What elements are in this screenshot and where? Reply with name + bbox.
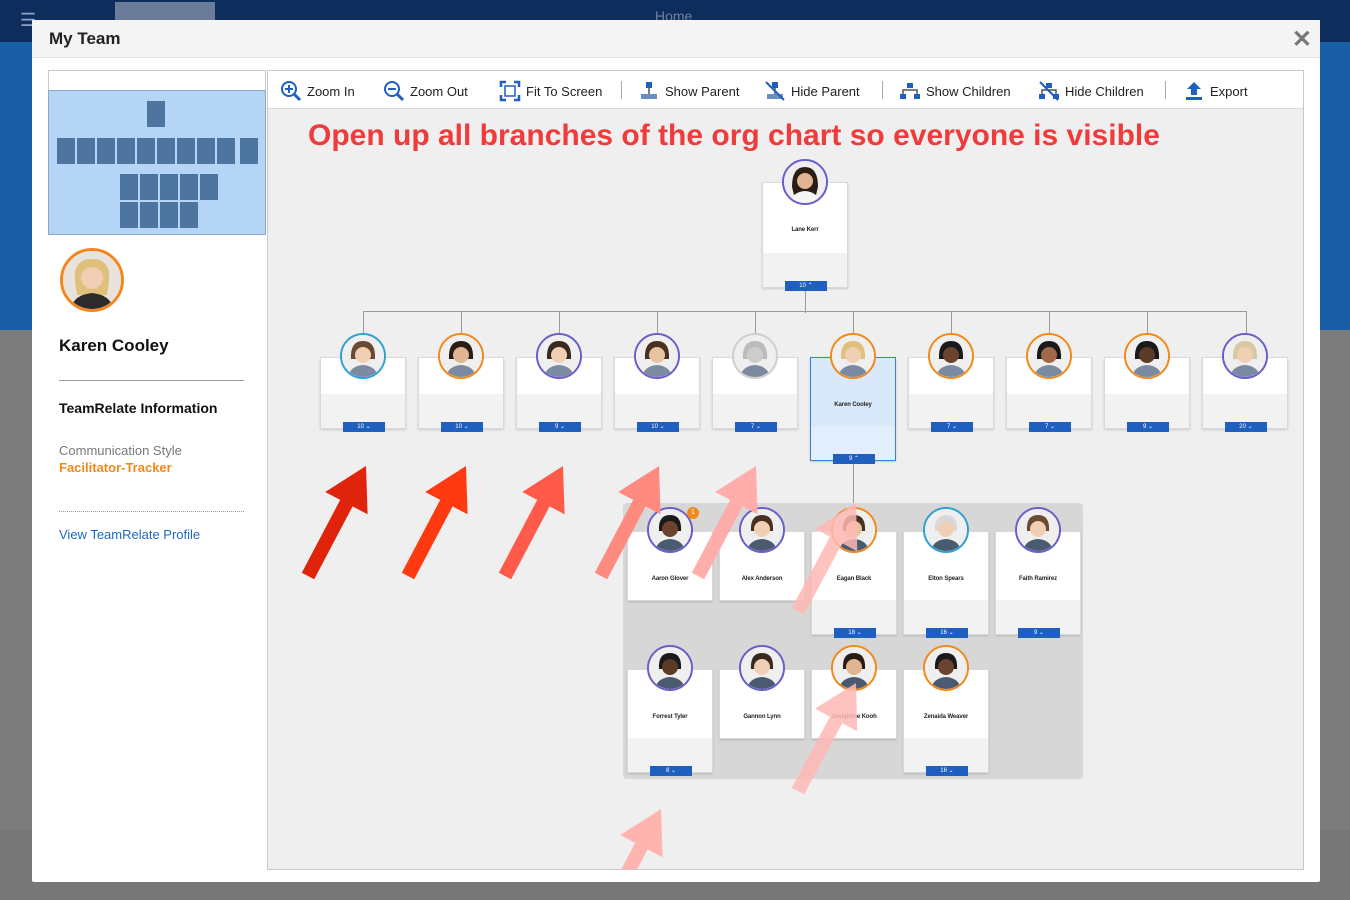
avatar [831, 645, 877, 691]
hide-children-icon [1039, 81, 1059, 101]
avatar [923, 645, 969, 691]
avatar [1222, 333, 1268, 379]
export-icon [1186, 82, 1202, 100]
expand-count-button[interactable]: 16 ⌄ [926, 766, 968, 776]
toolbar-divider [1165, 81, 1166, 99]
node-name: Lane Kerr [791, 227, 819, 233]
node-name: Alex Anderson [741, 576, 783, 582]
avatar [732, 333, 778, 379]
zoom-in-icon [281, 81, 302, 102]
connector-line [363, 311, 1247, 312]
expand-count-button[interactable]: 10 ⌄ [441, 422, 483, 432]
avatar [830, 333, 876, 379]
node-name: Forrest Tyler [652, 714, 688, 720]
avatar [831, 507, 877, 553]
expand-count-button[interactable]: 7 ⌄ [1029, 422, 1071, 432]
org-chart-canvas[interactable]: Zoom In Zoom Out Fit To Screen Show Pare… [267, 70, 1304, 870]
selected-person-avatar [60, 248, 124, 312]
node-name: Elton Spears [928, 576, 964, 582]
annotation-arrow [498, 466, 565, 580]
close-icon[interactable]: ✕ [1292, 25, 1312, 54]
node-name: Aaron Glover [651, 576, 689, 582]
avatar [739, 645, 785, 691]
hide-children-button[interactable]: Hide Children [1038, 79, 1144, 103]
toolbar-divider [621, 81, 622, 99]
expand-count-button[interactable]: 9 ⌃ [833, 454, 875, 464]
annotation-arrow [620, 809, 663, 869]
expand-count-button[interactable]: 9 ⌄ [539, 422, 581, 432]
view-teamrelate-profile-link[interactable]: View TeamRelate Profile [59, 527, 200, 542]
dialog-title: My Team [49, 29, 121, 48]
person-details-pane: Karen Cooley TeamRelate Information Comm… [48, 70, 266, 870]
avatar [647, 645, 693, 691]
expand-count-button[interactable]: 8 ⌄ [650, 766, 692, 776]
app-logo [115, 2, 215, 20]
zoom-out-icon [384, 81, 405, 102]
expand-count-button[interactable]: 20 ⌄ [1225, 422, 1267, 432]
show-parent-icon [641, 82, 657, 99]
node-name: Karen Cooley [834, 402, 872, 408]
dialog-header: My Team ✕ [32, 20, 1320, 58]
annotation-arrow [401, 466, 468, 580]
node-name: Josephine Kooh [831, 714, 877, 720]
expand-count-button[interactable]: 9 ⌄ [1127, 422, 1169, 432]
fit-to-screen-button[interactable]: Fit To Screen [499, 79, 602, 103]
avatar [1026, 333, 1072, 379]
selected-person-name: Karen Cooley [59, 336, 169, 355]
hide-parent-button[interactable]: Hide Parent [764, 79, 860, 103]
communication-style-value: Facilitator-Tracker [59, 460, 172, 475]
node-name: Eagan Black [836, 576, 872, 582]
avatar [739, 507, 785, 553]
expand-count-button[interactable]: 9 ⌄ [1018, 628, 1060, 638]
avatar [782, 159, 828, 205]
instruction-overlay-text: Open up all branches of the org chart so… [308, 119, 1160, 152]
node-name: Zenaida Weaver [923, 714, 969, 720]
show-children-button[interactable]: Show Children [899, 79, 1011, 103]
minimap-header [48, 70, 266, 90]
org-chart-minimap[interactable] [48, 90, 266, 235]
hide-parent-icon [765, 81, 785, 101]
zoom-in-button[interactable]: Zoom In [280, 79, 355, 103]
show-parent-button[interactable]: Show Parent [638, 79, 739, 103]
expand-count-button[interactable]: 16 ⌄ [926, 628, 968, 638]
avatar [1124, 333, 1170, 379]
dotted-divider [59, 511, 244, 512]
avatar [438, 333, 484, 379]
expand-count-button[interactable]: 7 ⌄ [735, 422, 777, 432]
divider [59, 380, 244, 381]
expand-count-button[interactable]: 10 ⌃ [785, 281, 827, 291]
annotation-arrow [301, 466, 368, 580]
expand-count-button[interactable]: 10 ⌄ [343, 422, 385, 432]
node-name: Gannon Lynn [743, 714, 781, 720]
expand-count-button[interactable]: 18 ⌄ [834, 628, 876, 638]
expand-count-button[interactable]: 7 ⌄ [931, 422, 973, 432]
avatar [928, 333, 974, 379]
notification-badge: 1 [687, 507, 699, 519]
my-team-dialog: My Team ✕ Karen Cooley TeamRelate Inform… [32, 20, 1320, 882]
avatar [634, 333, 680, 379]
avatar [536, 333, 582, 379]
org-chart-toolbar: Zoom In Zoom Out Fit To Screen Show Pare… [268, 71, 1303, 109]
avatar [1015, 507, 1061, 553]
node-name: Faith Ramirez [1018, 576, 1058, 582]
toolbar-divider [882, 81, 883, 99]
connector-line [853, 463, 854, 503]
teamrelate-section-title: TeamRelate Information [59, 400, 218, 416]
communication-style-label: Communication Style [59, 443, 182, 458]
avatar [923, 507, 969, 553]
fit-to-screen-icon [499, 80, 521, 102]
export-button[interactable]: Export [1183, 79, 1248, 103]
zoom-out-button[interactable]: Zoom Out [383, 79, 468, 103]
show-children-icon [900, 83, 920, 99]
expand-count-button[interactable]: 10 ⌄ [637, 422, 679, 432]
avatar [340, 333, 386, 379]
